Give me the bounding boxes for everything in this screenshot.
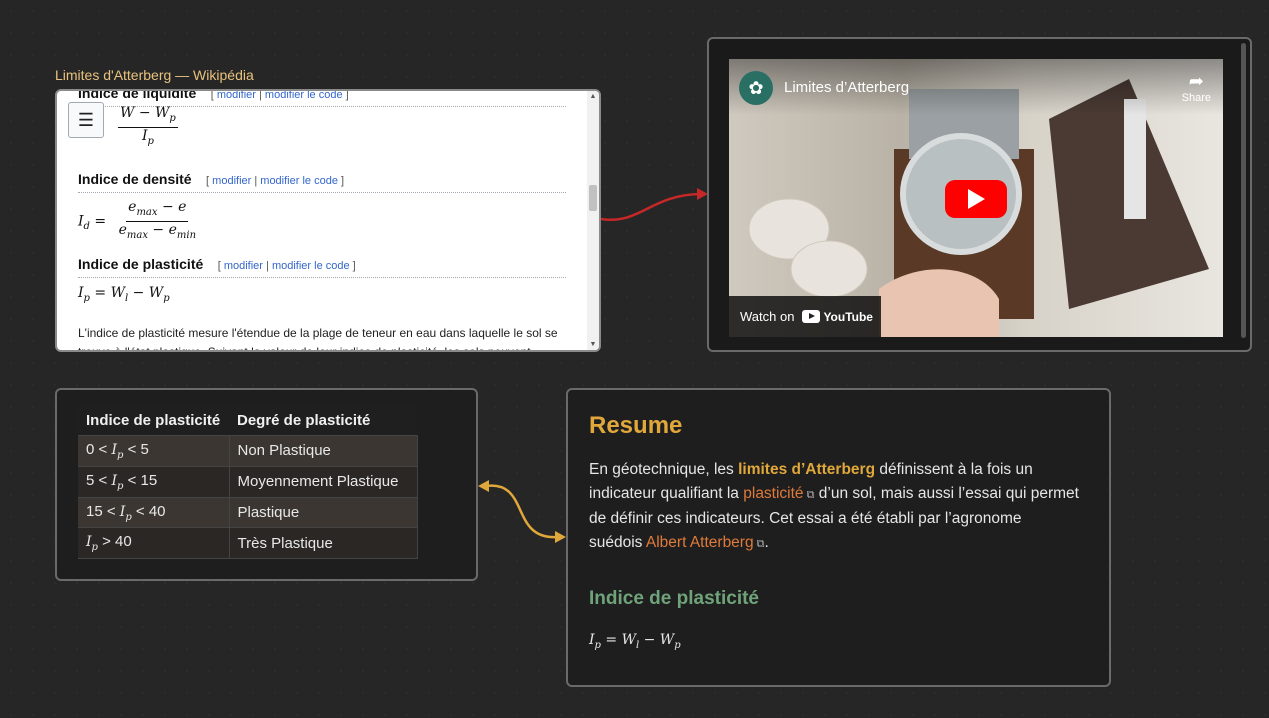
edit-code-link[interactable]: modifier le code [265,91,343,101]
external-link-icon: ⧉ [753,538,765,550]
column-header: Indice de plasticité [78,406,229,436]
section-heading: Indice de liquidité [78,89,197,101]
section-heading: Indice de densité [78,171,192,187]
edge-arrowhead-left [478,480,489,492]
youtube-icon [802,310,821,323]
toc-button[interactable]: ☰ [68,102,104,138]
external-link-icon: ⧉ [803,489,815,501]
edge-web-to-video [600,192,701,222]
share-button[interactable]: ➦ Share [1182,71,1211,104]
scroll-thumb[interactable] [589,185,597,211]
edit-code-link[interactable]: modifier le code [272,260,350,272]
resume-title: Resume [589,412,683,439]
section-densite: Indice de densité [ modifier | modifier … [78,171,566,244]
formula-densite: Id = emax − e emax − emin [78,199,197,241]
section-plasticite: Indice de plasticité [ modifier | modifi… [78,256,566,352]
youtube-logo: YouTube [802,310,873,324]
share-icon: ➦ [1188,71,1204,91]
video-node[interactable]: ✿ Limites d’Atterberg ➦ Share Watch on Y… [707,37,1252,352]
link-albert-atterberg[interactable]: Albert Atterberg [646,534,754,551]
resume-node[interactable]: Resume En géotechnique, les limites d’At… [566,388,1111,687]
resume-subheading: Indice de plasticité [589,588,759,609]
resume-formula: Ip = Wl − Wp [589,632,681,651]
video-scrollbar[interactable] [1241,43,1246,338]
table-row: 15 < Ip < 40 Plastique [78,497,418,529]
table-node[interactable]: Indice de plasticité Degré de plasticité… [55,388,478,581]
edit-link[interactable]: modifier [224,260,263,272]
table-row: Ip > 40 Très Plastique [78,527,418,560]
play-button[interactable] [945,180,1007,218]
video-title[interactable]: Limites d’Atterberg [784,79,909,96]
table-row: 5 < Ip < 15 Moyennement Plastique [78,466,418,498]
web-embed[interactable]: Indice de liquidité [ modifier | modifie… [55,89,601,352]
video-player[interactable]: ✿ Limites d’Atterberg ➦ Share Watch on Y… [729,59,1223,337]
channel-logo-icon[interactable]: ✿ [739,71,773,105]
section-heading: Indice de plasticité [78,256,204,272]
scrollbar[interactable]: ▲ ▼ [587,91,599,350]
play-icon [968,189,985,209]
edge-arrowhead-right [555,531,566,543]
scroll-down-icon[interactable]: ▼ [589,341,597,348]
scroll-up-icon[interactable]: ▲ [589,93,597,100]
link-plasticite[interactable]: plasticité [743,485,803,502]
edit-link[interactable]: modifier [217,91,256,101]
formula-plasticite: Ip = Wl − Wp [78,285,170,304]
edit-link[interactable]: modifier [212,175,251,187]
watch-on-youtube-button[interactable]: Watch on YouTube [729,296,881,337]
table-row: 0 < Ip < 5 Non Plastique [78,435,418,467]
web-node-title[interactable]: Limites d'Atterberg — Wikipédia [55,67,254,83]
paragraph: L'indice de plasticité mesure l'étendue … [78,325,558,352]
edit-code-link[interactable]: modifier le code [260,175,338,187]
resume-paragraph: En géotechnique, les limites d’Atterberg… [589,461,1079,551]
column-header: Degré de plasticité [229,406,417,436]
formula-liquidite: W − Wp Ip [118,105,178,147]
plasticity-table: Indice de plasticité Degré de plasticité… [78,406,418,560]
bold-term: limites d’Atterberg [738,461,876,478]
table-header-row: Indice de plasticité Degré de plasticité [78,406,417,436]
list-icon: ☰ [77,109,95,130]
edge-table-resume [485,484,558,539]
